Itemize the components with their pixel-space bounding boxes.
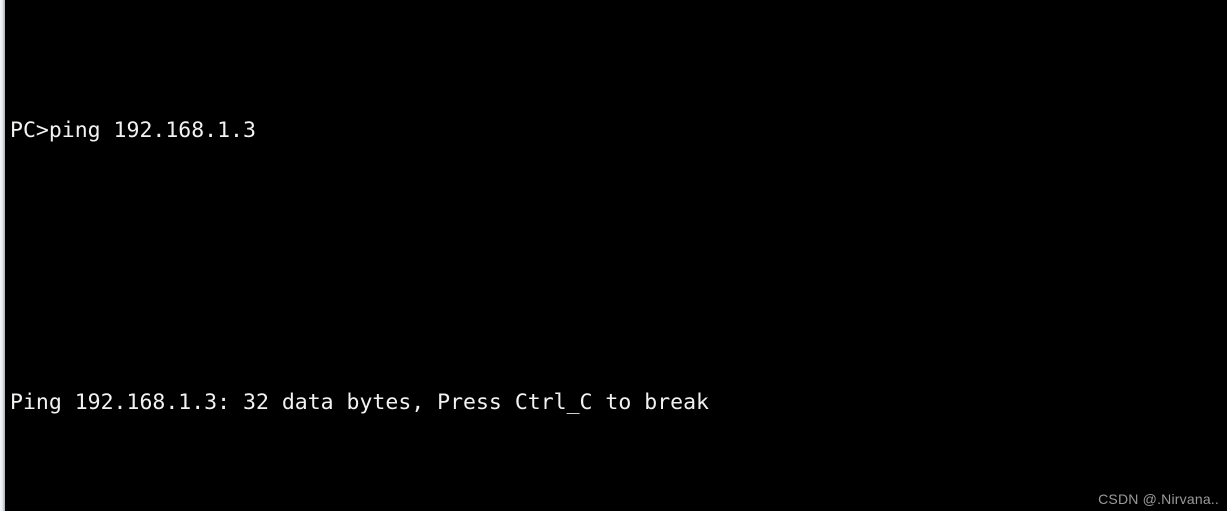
command-prompt-line: PC>ping 192.168.1.3 [10, 118, 256, 143]
terminal-window[interactable]: PC>ping 192.168.1.3 Ping 192.168.1.3: 32… [0, 0, 1227, 511]
console-output[interactable]: PC>ping 192.168.1.3 Ping 192.168.1.3: 32… [10, 12, 1220, 511]
window-left-edge-border [0, 0, 5, 511]
watermark-label: CSDN @.Nirvana.. [1098, 491, 1219, 507]
ping-banner-line: Ping 192.168.1.3: 32 data bytes, Press C… [10, 390, 709, 415]
